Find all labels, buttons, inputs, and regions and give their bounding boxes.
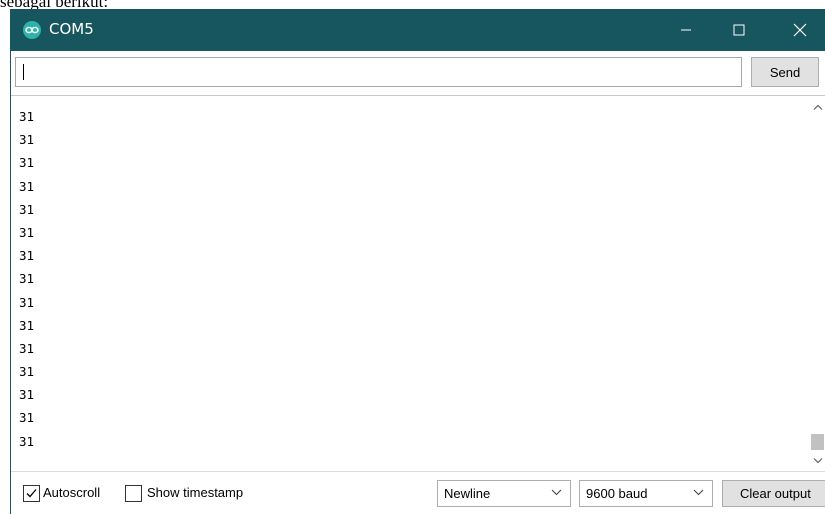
scroll-down-arrow-icon[interactable]	[809, 452, 825, 469]
output-line: 31	[19, 178, 35, 194]
serial-output[interactable]: 31 31 31 31 31 31 31 31 31 31 31 31 31 31 31	[11, 95, 825, 471]
vertical-scrollbar[interactable]	[809, 96, 825, 471]
output-line: 31	[19, 410, 35, 426]
output-line: 31	[19, 433, 35, 449]
scroll-up-arrow-icon[interactable]	[809, 98, 825, 115]
output-line: 31	[19, 387, 35, 403]
arduino-logo-icon	[23, 21, 41, 39]
scroll-thumb[interactable]	[811, 434, 824, 450]
output-line: 31	[19, 201, 35, 217]
autoscroll-checkbox[interactable]	[23, 485, 40, 502]
output-line: 31	[19, 271, 35, 287]
output-line: 31	[19, 132, 35, 148]
show-timestamp-label: Show timestamp	[147, 485, 244, 500]
output-line: 31	[19, 224, 35, 240]
maximize-button[interactable]	[716, 9, 762, 51]
send-row: Send	[11, 51, 825, 95]
minimize-button[interactable]	[663, 9, 709, 51]
output-line: 31	[19, 248, 35, 264]
output-line: 31	[19, 294, 35, 310]
clear-output-button[interactable]: Clear output	[722, 480, 825, 507]
chevron-down-icon	[693, 489, 704, 496]
title-bar[interactable]: COM5	[11, 9, 825, 51]
maximize-icon	[733, 24, 745, 36]
output-line: 31	[19, 364, 35, 380]
chevron-down-icon	[551, 489, 562, 496]
message-input[interactable]	[15, 57, 742, 87]
output-line: 31	[19, 317, 35, 333]
baud-rate-value: 9600 baud	[586, 486, 648, 501]
show-timestamp-checkbox[interactable]	[125, 485, 142, 502]
autoscroll-label: Autoscroll	[43, 485, 101, 500]
footer-bar: Autoscroll Show timestamp Newline 9600 b…	[11, 471, 825, 514]
minimize-icon	[681, 29, 691, 31]
line-ending-select[interactable]: Newline	[437, 480, 571, 507]
output-line: 31	[19, 109, 35, 124]
window-title: COM5	[49, 20, 94, 38]
output-line: 31	[19, 340, 35, 356]
text-caret	[23, 64, 24, 80]
send-button[interactable]: Send	[751, 57, 819, 87]
line-ending-value: Newline	[444, 486, 491, 501]
output-lines: 31 31 31 31 31 31 31 31 31 31 31 31 31 31 31	[19, 105, 34, 453]
output-line: 31	[19, 155, 35, 171]
baud-rate-select[interactable]: 9600 baud	[579, 480, 713, 507]
checkmark-icon	[26, 489, 37, 498]
close-icon	[793, 23, 807, 37]
serial-monitor-window: COM5 Send 31 31 31 31 31 31 31 31 31 31 31 31 31 31 31	[10, 9, 825, 514]
close-button[interactable]	[777, 9, 823, 51]
